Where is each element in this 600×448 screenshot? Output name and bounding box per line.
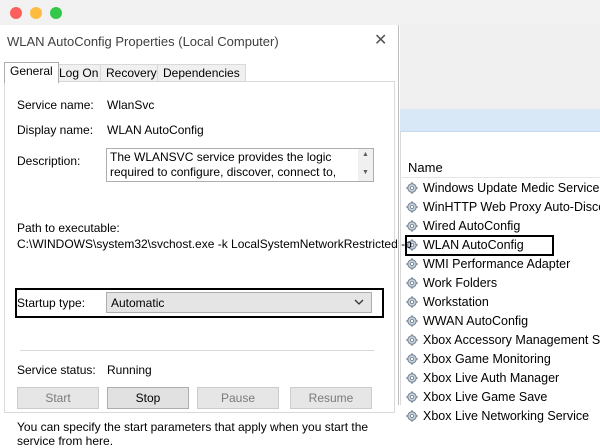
section-separator: [20, 350, 374, 351]
service-list-item[interactable]: Wired AutoConfig: [406, 217, 600, 236]
path-value: C:\WINDOWS\system32\svchost.exe -k Local…: [17, 237, 412, 251]
service-list-item[interactable]: Xbox Live Game Save: [406, 388, 600, 407]
startup-type-value: Automatic: [111, 296, 165, 310]
resume-button[interactable]: Resume: [290, 387, 372, 409]
service-list-item[interactable]: WinHTTP Web Proxy Auto-Discovery Service: [406, 198, 600, 217]
service-list-item-label: WLAN AutoConfig: [423, 238, 524, 252]
tab-dependencies[interactable]: Dependencies: [157, 64, 246, 82]
close-icon[interactable]: ✕: [374, 30, 387, 50]
services-header-band: [400, 109, 600, 132]
scroll-up-icon[interactable]: ▲: [362, 151, 369, 158]
services-list: Windows Update Medic Service WinHTTP Web …: [405, 179, 600, 426]
dialog-border: [398, 25, 399, 405]
display-name-label: Display name:: [17, 123, 94, 137]
service-list-item[interactable]: WMI Performance Adapter: [406, 255, 600, 274]
service-list-item[interactable]: Xbox Accessory Management Service: [406, 331, 600, 350]
service-list-item[interactable]: WLAN AutoConfig: [405, 235, 554, 256]
service-status-value: Running: [107, 363, 152, 377]
service-list-item-label: Xbox Live Game Save: [423, 390, 548, 404]
service-status-label: Service status:: [17, 363, 96, 377]
service-list-item-label: Xbox Game Monitoring: [423, 352, 551, 366]
properties-dialog: WLAN AutoConfig Properties (Local Comput…: [0, 25, 412, 448]
general-panel: Service name: WlanSvc Display name: WLAN…: [4, 81, 412, 448]
tab-general[interactable]: General: [4, 62, 59, 83]
zoom-traffic-light[interactable]: [50, 7, 62, 19]
service-list-item-label: Xbox Accessory Management Service: [423, 333, 600, 347]
description-label: Description:: [17, 154, 81, 168]
service-list-item[interactable]: Windows Update Medic Service: [406, 179, 600, 198]
service-list-item-label: Work Folders: [423, 276, 498, 290]
start-button[interactable]: Start: [17, 387, 99, 409]
service-list-item[interactable]: Xbox Live Networking Service: [406, 407, 600, 426]
service-list-item-label: Xbox Live Auth Manager: [423, 371, 560, 385]
startup-type-select[interactable]: Automatic: [106, 292, 372, 313]
service-list-item[interactable]: Xbox Live Auth Manager: [406, 369, 600, 388]
display-name-value: WLAN AutoConfig: [107, 123, 204, 137]
service-list-item-label: Wired AutoConfig: [423, 219, 521, 233]
start-params-text: You can specify the start parameters tha…: [17, 420, 369, 448]
service-list-item[interactable]: Workstation: [406, 293, 600, 312]
window-titlebar: [0, 0, 600, 25]
description-box[interactable]: The WLANSVC service provides the logic r…: [106, 148, 374, 182]
service-list-item-label: Windows Update Medic Service: [423, 181, 600, 195]
minimize-traffic-light[interactable]: [30, 7, 42, 19]
service-list-item-label: WWAN AutoConfig: [423, 314, 529, 328]
description-text: The WLANSVC service provides the logic r…: [110, 150, 337, 181]
service-list-item-label: WMI Performance Adapter: [423, 257, 571, 271]
service-list-item[interactable]: Work Folders: [406, 274, 600, 293]
services-toolbar: [400, 25, 600, 109]
dialog-title: WLAN AutoConfig Properties (Local Comput…: [7, 34, 279, 49]
tab-recovery[interactable]: Recovery: [100, 64, 163, 82]
path-label: Path to executable:: [17, 221, 120, 235]
service-list-item[interactable]: Xbox Game Monitoring: [406, 350, 600, 369]
service-list-item-label: Workstation: [423, 295, 489, 309]
scroll-down-icon[interactable]: ▼: [362, 169, 369, 176]
startup-type-label: Startup type:: [17, 296, 86, 310]
tab-log-on[interactable]: Log On: [53, 64, 105, 82]
stop-button[interactable]: Stop: [107, 387, 189, 409]
services-window: Name Windows Update Medic Service WinHTTP…: [400, 25, 600, 423]
service-list-item-label: Xbox Live Networking Service: [423, 409, 590, 423]
service-list-item[interactable]: WWAN AutoConfig: [406, 312, 600, 331]
close-traffic-light[interactable]: [10, 7, 22, 19]
services-header-separator: [400, 177, 600, 178]
services-column-name[interactable]: Name: [408, 160, 443, 175]
pause-button[interactable]: Pause: [197, 387, 279, 409]
service-list-item-label: WinHTTP Web Proxy Auto-Discovery Service: [423, 200, 600, 214]
description-scrollbar[interactable]: ▲ ▼: [358, 149, 373, 181]
chevron-down-icon: [354, 299, 364, 305]
service-name-label: Service name:: [17, 98, 94, 112]
service-name-value: WlanSvc: [107, 98, 155, 112]
services-divider: [400, 131, 401, 405]
